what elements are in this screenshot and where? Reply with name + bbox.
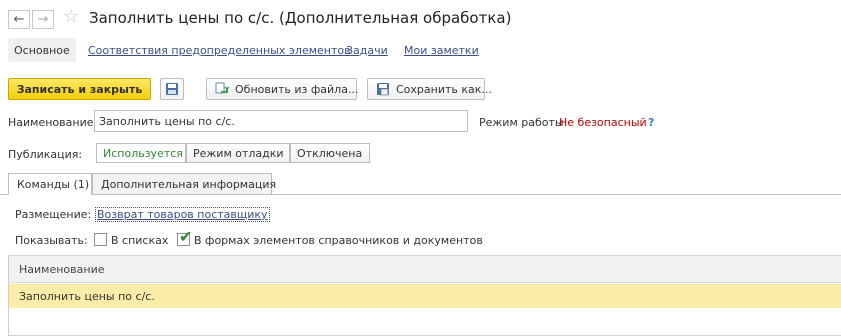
table-header-name[interactable]: Наименование [9, 256, 841, 283]
publication-label: Публикация: [8, 148, 83, 161]
in-forms-checkbox[interactable]: ✔ [177, 229, 192, 246]
arrow-right-icon: → [37, 12, 49, 27]
save-as-icon [376, 82, 390, 96]
section-link-predefined-mappings[interactable]: Соответствия предопределенных элементов [88, 44, 351, 57]
section-tab-main[interactable]: Основное [8, 38, 76, 62]
tab-additional-info[interactable]: Дополнительная информация [92, 173, 276, 195]
section-link-tasks[interactable]: Задачи [346, 44, 388, 57]
favorite-star-icon[interactable]: ☆ [63, 8, 79, 26]
tab-commands[interactable]: Команды (1) [8, 173, 92, 195]
floppy-disk-icon [166, 83, 178, 95]
name-label: Наименование: [8, 116, 98, 129]
mode-label: Режим работы: [479, 116, 568, 129]
in-lists-label: В списках [111, 234, 169, 247]
table-row[interactable]: Заполнить цены по с/с. [9, 284, 841, 308]
mode-value: Не безопасный [559, 116, 647, 129]
checkmark-icon: ✔ [179, 227, 193, 246]
publication-option-used[interactable]: Используется [96, 143, 186, 163]
update-from-file-icon [215, 82, 229, 96]
commands-table: Наименование Заполнить цены по с/с. [8, 255, 841, 336]
in-lists-checkbox[interactable] [94, 233, 107, 246]
publication-option-disabled[interactable]: Отключена [290, 143, 370, 163]
update-from-file-label: Обновить из файла... [235, 82, 359, 96]
placement-label: Размещение: [15, 208, 92, 221]
show-label: Показывать: [15, 234, 88, 247]
in-forms-label: В формах элементов справочников и докуме… [194, 234, 483, 247]
placement-link[interactable]: Возврат товаров поставщику [95, 207, 270, 222]
name-input[interactable]: Заполнить цены по с/с. [94, 110, 468, 132]
publication-option-debug[interactable]: Режим отладки [186, 143, 290, 163]
mode-help-icon[interactable]: ? [648, 116, 654, 129]
section-link-my-notes[interactable]: Мои заметки [404, 44, 479, 57]
update-from-file-button[interactable]: Обновить из файла... [206, 78, 359, 100]
forward-button[interactable]: → [32, 10, 54, 29]
save-and-close-button[interactable]: Записать и закрыть [8, 78, 151, 100]
back-button[interactable]: ← [8, 10, 30, 29]
save-button[interactable] [160, 78, 184, 100]
page-title: Заполнить цены по с/с. (Дополнительная о… [89, 9, 512, 27]
arrow-left-icon: ← [13, 12, 25, 27]
save-as-button[interactable]: Сохранить как... [367, 78, 492, 100]
save-as-label: Сохранить как... [396, 82, 492, 96]
